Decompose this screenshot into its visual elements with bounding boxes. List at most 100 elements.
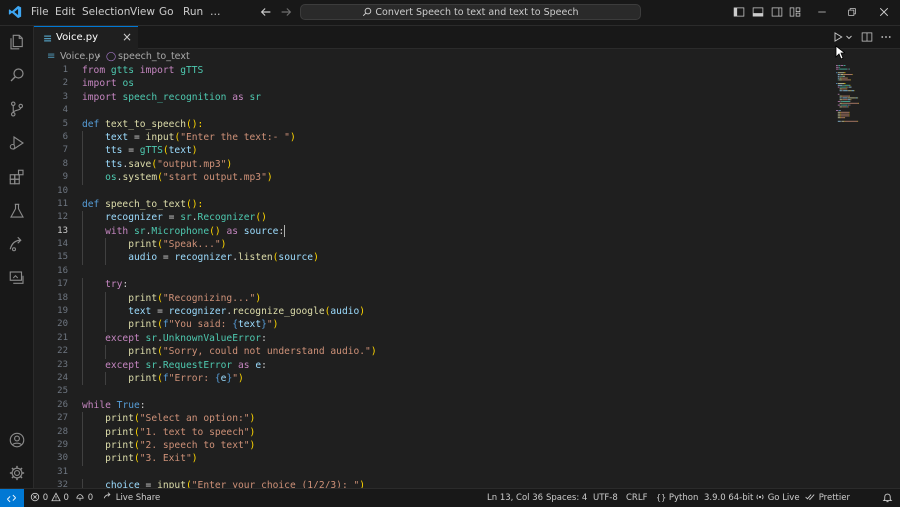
code-token: = xyxy=(151,306,169,318)
menu-view[interactable]: View xyxy=(130,0,155,25)
menu-selection[interactable]: Selection xyxy=(82,0,130,25)
tab-voice-py[interactable]: ≡ Voice.py × xyxy=(34,26,138,49)
minimap-token xyxy=(836,72,838,74)
minimap-token xyxy=(841,106,843,108)
minimap-token xyxy=(849,84,851,86)
code-token: : xyxy=(261,332,267,344)
minimap-token xyxy=(839,74,841,75)
menu-run[interactable]: Run xyxy=(183,0,203,25)
line-number: 19 xyxy=(57,306,68,317)
menu-edit[interactable]: Edit xyxy=(55,0,75,25)
minimize-window-icon[interactable] xyxy=(816,6,828,18)
run-debug-icon[interactable] xyxy=(8,134,26,152)
tab-close-icon[interactable]: × xyxy=(122,27,132,48)
extensions-icon[interactable] xyxy=(8,168,26,186)
line-number: 22 xyxy=(57,346,68,357)
indent-guide xyxy=(82,238,83,252)
minimap-token xyxy=(839,93,840,95)
close-window-icon[interactable] xyxy=(878,6,890,18)
indent-guide xyxy=(82,425,83,439)
line-number: 4 xyxy=(62,105,68,116)
line-number: 5 xyxy=(62,118,68,129)
minimap-token xyxy=(838,65,841,66)
forward-arrow-icon[interactable] xyxy=(279,5,293,19)
minimap-token xyxy=(843,90,848,92)
language-mode[interactable]: {} Python xyxy=(656,489,698,507)
minimap-token xyxy=(839,90,842,92)
source-control-icon[interactable] xyxy=(8,100,26,118)
code-token: ) xyxy=(289,131,296,143)
minimap-token xyxy=(836,68,839,70)
breadcrumb-file[interactable]: Voice.py xyxy=(60,49,100,65)
toggle-panel-icon[interactable] xyxy=(752,6,764,18)
accounts-icon[interactable] xyxy=(8,431,26,449)
code-line: print("Recognizing...") xyxy=(82,291,377,306)
line-number: 31 xyxy=(57,466,68,477)
minimap-token xyxy=(854,97,856,99)
code-token: print xyxy=(105,426,134,438)
toggle-secondary-sidebar-icon[interactable] xyxy=(771,6,783,18)
minimap-token xyxy=(847,86,849,88)
minimap-token xyxy=(846,88,848,90)
live-share-status[interactable]: Live Share xyxy=(103,489,160,507)
explorer-icon[interactable] xyxy=(8,33,26,51)
menu-go[interactable]: Go xyxy=(159,0,174,25)
minimap-token xyxy=(841,104,843,106)
minimap-token xyxy=(840,104,842,106)
remote-indicator[interactable] xyxy=(0,489,24,507)
minimap-token xyxy=(852,74,853,75)
indent-guide xyxy=(105,238,107,252)
title-bar: File Edit Selection View Go Run … Conver… xyxy=(0,0,900,26)
testing-icon[interactable] xyxy=(8,202,26,220)
back-arrow-icon[interactable] xyxy=(259,5,273,19)
go-live-button[interactable]: Go Live xyxy=(755,489,800,507)
indentation[interactable]: Spaces: 4 xyxy=(546,489,587,507)
minimap-token xyxy=(844,75,846,77)
restore-window-icon[interactable] xyxy=(846,6,858,18)
minimap-token xyxy=(843,74,853,75)
run-dropdown-chevron-icon[interactable] xyxy=(845,33,853,41)
code-token: text xyxy=(128,306,152,318)
minimap[interactable] xyxy=(834,64,890,124)
manage-gear-icon[interactable] xyxy=(8,464,26,482)
cursor-position[interactable]: Ln 13, Col 36 xyxy=(487,489,543,507)
code-line: audio = recognizer.listen(source) xyxy=(82,251,377,265)
run-python-file-icon[interactable] xyxy=(832,31,844,43)
line-number-gutter: 1 2 3 4 5 6 7 8 9 10 11 12 13 14 15 16 17 18 19 20 21 22 23 24 2… xyxy=(34,64,68,493)
indent-guide xyxy=(82,130,83,145)
python-interpreter[interactable]: 3.9.0 64-bit xyxy=(704,489,753,507)
ports-indicator[interactable]: 0 xyxy=(75,489,93,507)
code-line: from gtts import gTTS xyxy=(82,64,377,77)
problems-indicator[interactable]: 0 0 xyxy=(30,489,69,507)
code-token: "Speak..." xyxy=(162,239,221,251)
split-editor-icon[interactable] xyxy=(861,31,873,43)
minimap-token xyxy=(844,120,845,122)
prettier-status[interactable]: Prettier xyxy=(805,489,850,507)
end-of-line[interactable]: CRLF xyxy=(626,489,647,507)
search-icon[interactable] xyxy=(8,66,26,84)
encoding[interactable]: UTF-8 xyxy=(593,489,618,507)
more-actions-icon[interactable] xyxy=(880,31,892,43)
line-number: 16 xyxy=(57,265,68,276)
code-token: recognizer xyxy=(174,252,233,264)
breadcrumb-symbol[interactable]: speech_to_text xyxy=(118,49,190,65)
python-file-icon: ≡ xyxy=(47,51,56,62)
live-share-icon[interactable] xyxy=(8,269,26,287)
remote-explorer-icon[interactable] xyxy=(8,235,26,253)
code-editor[interactable]: from gtts import gTTS import os import spe… xyxy=(82,64,377,493)
toggle-primary-sidebar-icon[interactable] xyxy=(733,6,745,18)
code-line: os.system("start output.mp3") xyxy=(82,171,377,185)
minimap-token xyxy=(848,99,850,101)
code-token: save xyxy=(128,158,152,170)
minimap-token xyxy=(841,79,843,81)
command-center-search[interactable]: Convert Speech to text and text to Speec… xyxy=(300,4,641,20)
customize-layout-icon[interactable] xyxy=(789,6,801,18)
menu-file[interactable]: File xyxy=(31,0,49,25)
notifications-bell-icon[interactable] xyxy=(882,492,893,503)
minimap-token xyxy=(850,99,852,101)
minimap-token xyxy=(842,75,843,77)
menu-more[interactable]: … xyxy=(210,0,221,25)
code-token: sr xyxy=(145,359,158,371)
code-line: def text_to_speech(): xyxy=(82,118,377,131)
code-line: tts.save("output.mp3") xyxy=(82,157,377,172)
